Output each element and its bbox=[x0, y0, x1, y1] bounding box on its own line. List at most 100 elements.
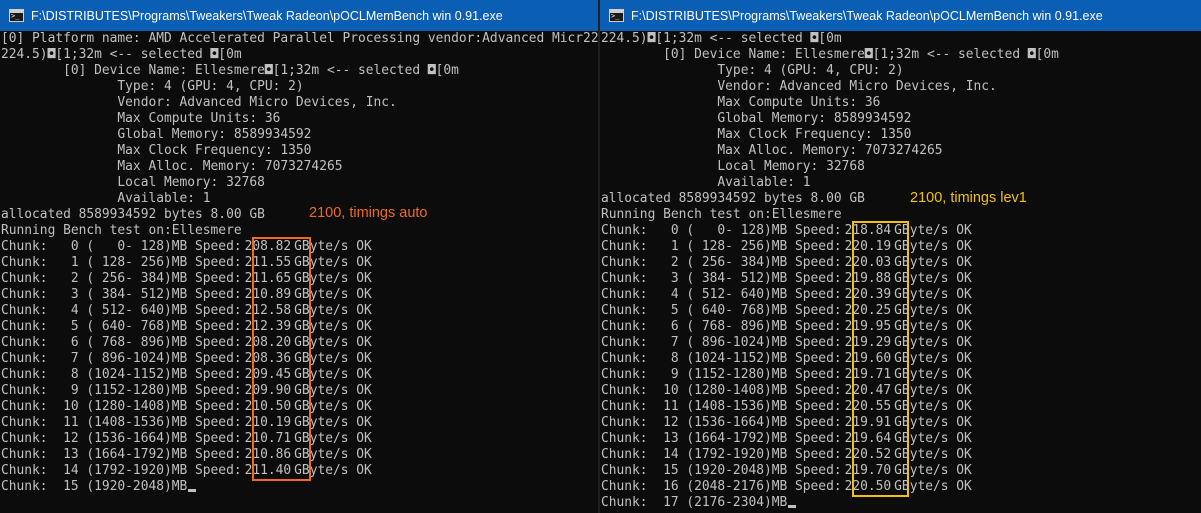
chunk-status: GByte/s OK bbox=[294, 287, 372, 302]
console-line: Max Alloc. Memory: 7073274265 bbox=[1, 159, 343, 174]
chunk-range: Chunk: 2 ( 256- 384)MB Speed: bbox=[1, 271, 242, 286]
chunk-speed-value: 220.55 bbox=[844, 399, 892, 414]
chunk-status: GByte/s OK bbox=[294, 351, 372, 366]
console-line: Available: 1 bbox=[1, 191, 211, 206]
console-output[interactable]: 224.5)◘[1;32m <-- selected ◘[0m [0] Devi… bbox=[600, 31, 1201, 513]
chunk-range: Chunk: 17 (2176-2304)MB bbox=[601, 495, 788, 510]
chunk-status: GByte/s OK bbox=[894, 335, 972, 350]
chunk-result-row: Chunk: 10 (1280-1408)MB Speed: 220.47 GByt… bbox=[601, 383, 1201, 399]
chunk-status: GByte/s OK bbox=[894, 223, 972, 238]
chunk-speed-value: 220.39 bbox=[844, 287, 892, 302]
console-line: Max Clock Frequency: 1350 bbox=[601, 127, 912, 142]
chunk-result-row: Chunk: 9 (1152-1280)MB Speed: 219.71 GByte… bbox=[601, 367, 1201, 383]
chunk-result-row: Chunk: 8 (1024-1152)MB Speed: 219.60 GByte… bbox=[601, 351, 1201, 367]
chunk-status: GByte/s OK bbox=[894, 431, 972, 446]
chunk-result-row: Chunk: 0 ( 0- 128)MB Speed: 208.82 GByte/s… bbox=[1, 239, 598, 255]
chunk-range: Chunk: 16 (2048-2176)MB Speed: bbox=[601, 479, 842, 494]
chunk-range: Chunk: 8 (1024-1152)MB Speed: bbox=[601, 351, 842, 366]
title-bar[interactable]: F:\DISTRIBUTES\Programs\Tweakers\Tweak R… bbox=[600, 0, 1201, 31]
chunk-range: Chunk: 11 (1408-1536)MB Speed: bbox=[601, 399, 842, 414]
chunk-range: Chunk: 6 ( 768- 896)MB Speed: bbox=[601, 319, 842, 334]
console-line: Global Memory: 8589934592 bbox=[601, 111, 912, 126]
console-line: Type: 4 (GPU: 4, CPU: 2) bbox=[601, 63, 904, 78]
chunk-range: Chunk: 12 (1536-1664)MB Speed: bbox=[1, 431, 242, 446]
chunk-status: GByte/s OK bbox=[894, 271, 972, 286]
chunk-speed-value: 211.40 bbox=[244, 463, 292, 478]
chunk-speed-value: 219.95 bbox=[844, 319, 892, 334]
chunk-range: Chunk: 3 ( 384- 512)MB Speed: bbox=[601, 271, 842, 286]
console-line: allocated 8589934592 bytes 8.00 GB bbox=[1, 207, 265, 222]
chunk-status: GByte/s OK bbox=[894, 367, 972, 382]
chunk-speed-value: 212.58 bbox=[244, 303, 292, 318]
chunk-status: GByte/s OK bbox=[894, 319, 972, 334]
chunk-speed-value: 210.86 bbox=[244, 447, 292, 462]
chunk-speed-value: 208.82 bbox=[244, 239, 292, 254]
text-cursor bbox=[788, 505, 797, 508]
chunk-result-row: Chunk: 10 (1280-1408)MB Speed: 210.50 GByt… bbox=[1, 399, 598, 415]
chunk-speed-value: 219.71 bbox=[844, 367, 892, 382]
console-line: Vendor: Advanced Micro Devices, Inc. bbox=[601, 79, 997, 94]
chunk-range: Chunk: 4 ( 512- 640)MB Speed: bbox=[1, 303, 242, 318]
chunk-range: Chunk: 1 ( 128- 256)MB Speed: bbox=[601, 239, 842, 254]
chunk-range: Chunk: 9 (1152-1280)MB Speed: bbox=[601, 367, 842, 382]
console-line: 224.5)◘[1;32m <-- selected ◘[0m bbox=[1, 47, 242, 62]
chunk-range: Chunk: 14 (1792-1920)MB Speed: bbox=[601, 447, 842, 462]
console-line: Max Alloc. Memory: 7073274265 bbox=[601, 143, 943, 158]
text-cursor bbox=[188, 489, 197, 492]
chunk-speed-value: 219.60 bbox=[844, 351, 892, 366]
chunk-speed-value: 208.36 bbox=[244, 351, 292, 366]
chunk-status: GByte/s OK bbox=[894, 447, 972, 462]
chunk-status: GByte/s OK bbox=[294, 383, 372, 398]
console-line: Type: 4 (GPU: 4, CPU: 2) bbox=[1, 79, 304, 94]
console-line: Max Compute Units: 36 bbox=[601, 95, 881, 110]
chunk-speed-value: 212.39 bbox=[244, 319, 292, 334]
chunk-range: Chunk: 11 (1408-1536)MB Speed: bbox=[1, 415, 242, 430]
chunk-result-row: Chunk: 13 (1664-1792)MB Speed: 219.64 GByt… bbox=[601, 431, 1201, 447]
window-title: F:\DISTRIBUTES\Programs\Tweakers\Tweak R… bbox=[31, 8, 503, 23]
chunk-status: GByte/s OK bbox=[294, 239, 372, 254]
chunk-result-row: Chunk: 11 (1408-1536)MB Speed: 220.55 GByt… bbox=[601, 399, 1201, 415]
chunk-result-row: Chunk: 5 ( 640- 768)MB Speed: 220.25 GByte… bbox=[601, 303, 1201, 319]
console-line: Local Memory: 32768 bbox=[601, 159, 865, 174]
title-bar[interactable]: F:\DISTRIBUTES\Programs\Tweakers\Tweak R… bbox=[0, 0, 598, 31]
chunk-range: Chunk: 9 (1152-1280)MB Speed: bbox=[1, 383, 242, 398]
console-line: Global Memory: 8589934592 bbox=[1, 127, 312, 142]
chunk-speed-value: 219.91 bbox=[844, 415, 892, 430]
annotation-label: 2100, timings lev1 bbox=[910, 190, 1027, 206]
chunk-result-row: Chunk: 7 ( 896-1024)MB Speed: 219.29 GByte… bbox=[601, 335, 1201, 351]
chunk-speed-value: 220.52 bbox=[844, 447, 892, 462]
chunk-result-row: Chunk: 4 ( 512- 640)MB Speed: 220.39 GByte… bbox=[601, 287, 1201, 303]
console-line: Running Bench test on:Ellesmere bbox=[601, 207, 842, 222]
chunk-speed-value: 220.03 bbox=[844, 255, 892, 270]
chunk-range: Chunk: 13 (1664-1792)MB Speed: bbox=[1, 447, 242, 462]
console-line: Local Memory: 32768 bbox=[1, 175, 265, 190]
chunk-status: GByte/s OK bbox=[294, 431, 372, 446]
console-line: Max Compute Units: 36 bbox=[1, 111, 281, 126]
console-output[interactable]: [0] Platform name: AMD Accelerated Paral… bbox=[0, 31, 598, 513]
chunk-speed-value: 219.88 bbox=[844, 271, 892, 286]
console-line: 224.5)◘[1;32m <-- selected ◘[0m bbox=[601, 31, 842, 46]
chunk-range: Chunk: 7 ( 896-1024)MB Speed: bbox=[1, 351, 242, 366]
console-line: [0] Platform name: AMD Accelerated Paral… bbox=[1, 31, 598, 46]
chunk-status: GByte/s OK bbox=[294, 399, 372, 414]
console-window-right[interactable]: F:\DISTRIBUTES\Programs\Tweakers\Tweak R… bbox=[600, 0, 1201, 513]
chunk-speed-value: 219.70 bbox=[844, 463, 892, 478]
chunk-status: GByte/s OK bbox=[894, 287, 972, 302]
chunk-status: GByte/s OK bbox=[294, 463, 372, 478]
chunk-range: Chunk: 7 ( 896-1024)MB Speed: bbox=[601, 335, 842, 350]
console-app-icon bbox=[9, 9, 24, 22]
chunk-range: Chunk: 3 ( 384- 512)MB Speed: bbox=[1, 287, 242, 302]
chunk-speed-value: 220.50 bbox=[844, 479, 892, 494]
chunk-speed-value: 220.19 bbox=[844, 239, 892, 254]
chunk-result-row: Chunk: 3 ( 384- 512)MB Speed: 210.89 GByte… bbox=[1, 287, 598, 303]
console-window-left[interactable]: F:\DISTRIBUTES\Programs\Tweakers\Tweak R… bbox=[0, 0, 598, 513]
chunk-result-row: Chunk: 1 ( 128- 256)MB Speed: 220.19 GByte… bbox=[601, 239, 1201, 255]
chunk-result-row: Chunk: 15 (1920-2048)MB Speed: 219.70 GByt… bbox=[601, 463, 1201, 479]
chunk-in-progress-row: Chunk: 17 (2176-2304)MB bbox=[601, 495, 1201, 511]
chunk-speed-value: 209.45 bbox=[244, 367, 292, 382]
chunk-result-row: Chunk: 7 ( 896-1024)MB Speed: 208.36 GByte… bbox=[1, 351, 598, 367]
chunk-result-row: Chunk: 11 (1408-1536)MB Speed: 210.19 GByt… bbox=[1, 415, 598, 431]
console-line: [0] Device Name: Ellesmere◘[1;32m <-- se… bbox=[601, 47, 1059, 62]
chunk-range: Chunk: 10 (1280-1408)MB Speed: bbox=[601, 383, 842, 398]
chunk-range: Chunk: 4 ( 512- 640)MB Speed: bbox=[601, 287, 842, 302]
